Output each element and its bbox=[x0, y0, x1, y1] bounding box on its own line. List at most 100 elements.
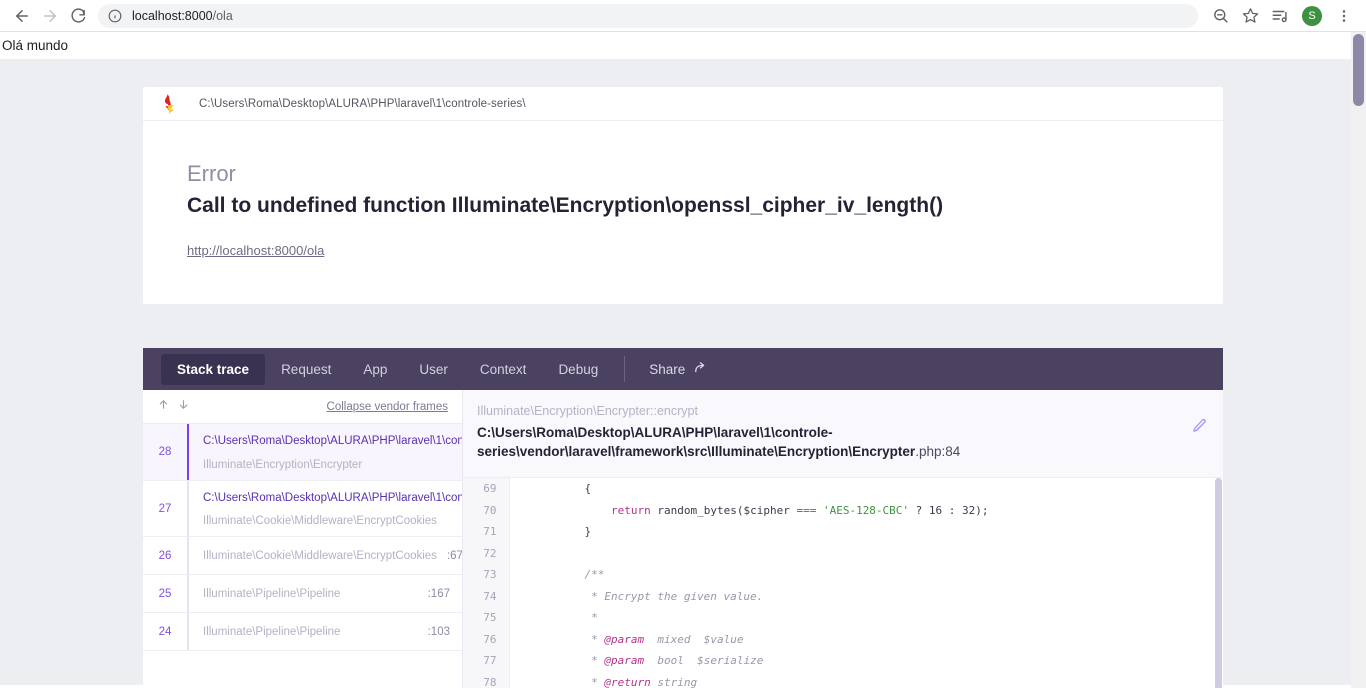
code-method-name: Illuminate\Encryption\Encrypter::encrypt bbox=[477, 404, 698, 419]
code-line-source: } bbox=[531, 525, 592, 539]
collapse-vendor-frames-link[interactable]: Collapse vendor frames bbox=[327, 401, 448, 413]
frame-row-27[interactable]: 27 C:\Users\Roma\Desktop\ALURA\PHP\larav… bbox=[143, 480, 462, 538]
code-line-source: * bbox=[531, 611, 598, 625]
app-root-path: C:\Users\Roma\Desktop\ALURA\PHP\laravel\… bbox=[199, 97, 526, 110]
edit-pencil-icon[interactable] bbox=[1192, 418, 1207, 438]
ignition-container: C:\Users\Roma\Desktop\ALURA\PHP\laravel\… bbox=[143, 87, 1223, 688]
error-type: Error bbox=[187, 161, 236, 186]
page-scrollbar[interactable] bbox=[1351, 32, 1366, 688]
frame-class-row: Illuminate\Cookie\Middleware\EncryptCook… bbox=[203, 515, 454, 527]
code-file-ext: .php:84 bbox=[915, 444, 961, 460]
code-line: 75 * bbox=[463, 607, 1223, 629]
tab-request[interactable]: Request bbox=[265, 354, 347, 385]
code-line: 78 * @return string bbox=[463, 671, 1223, 688]
code-line-source: * @return string bbox=[531, 675, 698, 688]
page-scrollbar-thumb[interactable] bbox=[1353, 34, 1364, 106]
code-line-source: * @param bool $serialize bbox=[531, 654, 764, 668]
code-scrollbar-thumb[interactable] bbox=[1215, 478, 1222, 688]
frame-class: Illuminate\Pipeline\Pipeline bbox=[203, 587, 341, 600]
frame-number: 24 bbox=[158, 625, 172, 638]
arrow-down-icon[interactable] bbox=[177, 398, 190, 416]
code-line-number: 74 bbox=[463, 585, 510, 608]
request-url-link[interactable]: http://localhost:8000/ola bbox=[187, 243, 324, 258]
frame-number: 26 bbox=[158, 549, 172, 562]
tab-stack-trace[interactable]: Stack trace bbox=[161, 353, 266, 385]
code-viewer[interactable]: 69 { 70 return random_bytes($cipher === … bbox=[463, 477, 1223, 688]
frame-info: Illuminate\Pipeline\Pipeline :103 bbox=[189, 613, 462, 650]
code-line-source: return random_bytes($cipher === 'AES-128… bbox=[610, 503, 989, 517]
forward-icon[interactable] bbox=[36, 2, 64, 30]
frame-info: C:\Users\Roma\Desktop\ALURA\PHP\laravel\… bbox=[189, 424, 462, 480]
frame-class: Illuminate\Encryption\Encrypter bbox=[203, 458, 363, 471]
code-line-source: { bbox=[531, 482, 592, 496]
share-button[interactable]: Share bbox=[635, 353, 722, 386]
code-file-path-text: C:\Users\Roma\Desktop\ALURA\PHP\laravel\… bbox=[477, 425, 916, 460]
code-panel-header: Illuminate\Encryption\Encrypter::encrypt… bbox=[463, 390, 1223, 478]
code-line: 72 bbox=[463, 542, 1223, 565]
tab-app[interactable]: App bbox=[347, 354, 403, 385]
frame-path: C:\Users\Roma\Desktop\ALURA\PHP\laravel\… bbox=[203, 435, 462, 448]
frame-number: 28 bbox=[158, 445, 172, 458]
code-line-number: 70 bbox=[463, 499, 510, 522]
code-line: 73 /** bbox=[463, 564, 1223, 586]
ignition-flame-icon bbox=[163, 93, 177, 114]
inline-page-text: Olá mundo bbox=[0, 32, 1366, 59]
debug-tabbar: Stack trace Request App User Context Deb… bbox=[143, 348, 1223, 391]
error-card-body: Error Call to undefined function Illumin… bbox=[143, 121, 1223, 304]
address-bar[interactable]: localhost:8000/ola bbox=[98, 3, 1198, 28]
page-viewport: Olá mundo C:\Users\Roma\Desktop\ALURA\PH… bbox=[0, 32, 1366, 688]
reading-list-icon[interactable] bbox=[1266, 2, 1294, 30]
error-card-header: C:\Users\Roma\Desktop\ALURA\PHP\laravel\… bbox=[143, 87, 1223, 121]
frame-class: Illuminate\Cookie\Middleware\EncryptCook… bbox=[203, 549, 437, 562]
tab-context[interactable]: Context bbox=[464, 354, 543, 385]
avatar[interactable]: S bbox=[1302, 5, 1322, 26]
frame-info: Illuminate\Pipeline\Pipeline :167 bbox=[189, 575, 462, 612]
toolbar-actions: S bbox=[1206, 2, 1358, 30]
reload-icon[interactable] bbox=[64, 2, 92, 30]
frames-list: Collapse vendor frames 28 C:\Users\Roma\… bbox=[143, 390, 463, 688]
frame-line: :167 bbox=[427, 587, 450, 600]
site-info-icon[interactable] bbox=[108, 9, 122, 23]
chrome-menu-icon[interactable] bbox=[1330, 2, 1358, 30]
code-line: 71 } bbox=[463, 521, 1223, 543]
code-line-number: 72 bbox=[463, 542, 510, 565]
frame-row-25[interactable]: 25 Illuminate\Pipeline\Pipeline :167 bbox=[143, 575, 462, 614]
tabbar-divider bbox=[624, 356, 626, 383]
share-arrow-icon bbox=[694, 361, 708, 378]
error-message: Call to undefined function Illuminate\En… bbox=[187, 193, 944, 217]
code-line-number: 73 bbox=[463, 564, 510, 586]
frame-class-row: Illuminate\Pipeline\Pipeline :103 bbox=[203, 626, 454, 638]
frame-class-row: Illuminate\Encryption\Encrypter bbox=[203, 459, 454, 471]
code-line: 74 * Encrypt the given value. bbox=[463, 585, 1223, 608]
frame-class: Illuminate\Pipeline\Pipeline bbox=[203, 625, 341, 638]
code-line: 76 * @param mixed $value bbox=[463, 628, 1223, 651]
frame-info: Illuminate\Cookie\Middleware\EncryptCook… bbox=[189, 537, 462, 574]
frame-number: 27 bbox=[158, 502, 172, 515]
back-icon[interactable] bbox=[8, 2, 36, 30]
frame-path: C:\Users\Roma\Desktop\ALURA\PHP\laravel\… bbox=[203, 491, 462, 504]
code-line: 69 { bbox=[463, 478, 1223, 500]
code-line-number: 71 bbox=[463, 521, 510, 543]
frame-row-28[interactable]: 28 C:\Users\Roma\Desktop\ALURA\PHP\larav… bbox=[143, 424, 462, 481]
code-line: 77 * @param bool $serialize bbox=[463, 650, 1223, 672]
zoom-out-icon[interactable] bbox=[1206, 2, 1234, 30]
frame-line: :67 bbox=[446, 549, 462, 562]
code-file-path: C:\Users\Roma\Desktop\ALURA\PHP\laravel\… bbox=[477, 423, 1179, 461]
code-lines-table: 69 { 70 return random_bytes($cipher === … bbox=[463, 478, 1223, 688]
code-line-number: 77 bbox=[463, 650, 510, 672]
frame-row-24[interactable]: 24 Illuminate\Pipeline\Pipeline :103 bbox=[143, 613, 462, 652]
frame-number: 25 bbox=[158, 587, 172, 600]
tab-debug[interactable]: Debug bbox=[542, 354, 614, 385]
code-line-source: * Encrypt the given value. bbox=[531, 589, 764, 603]
frames-list-header: Collapse vendor frames bbox=[143, 390, 462, 425]
tab-user[interactable]: User bbox=[403, 354, 464, 385]
browser-toolbar: localhost:8000/ola S bbox=[0, 0, 1366, 32]
code-line-number: 76 bbox=[463, 628, 510, 651]
arrow-up-icon[interactable] bbox=[157, 398, 170, 416]
code-line-number: 69 bbox=[463, 478, 510, 500]
code-line-number: 75 bbox=[463, 607, 510, 629]
bookmark-star-icon[interactable] bbox=[1236, 2, 1264, 30]
stack-trace-body: Collapse vendor frames 28 C:\Users\Roma\… bbox=[143, 390, 1223, 688]
code-scrollbar[interactable] bbox=[1214, 478, 1223, 688]
frame-row-26[interactable]: 26 Illuminate\Cookie\Middleware\EncryptC… bbox=[143, 537, 462, 576]
